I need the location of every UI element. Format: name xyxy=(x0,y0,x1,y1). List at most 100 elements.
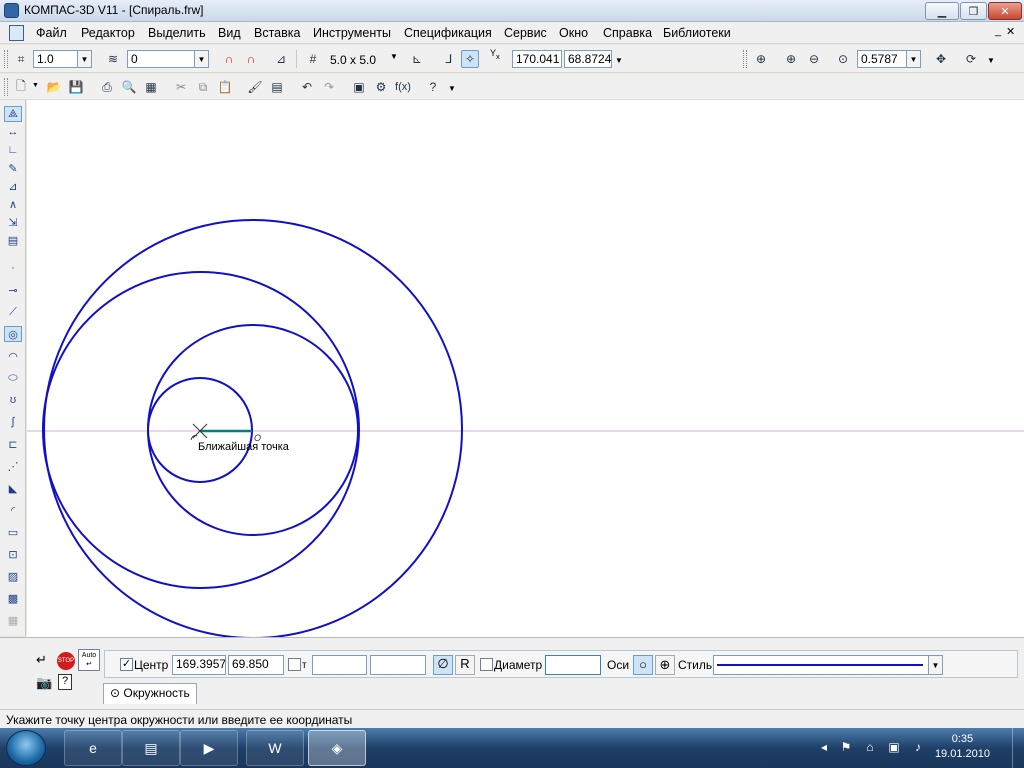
cursor-x-field[interactable]: 170.041 xyxy=(512,50,562,68)
zoom-out-icon[interactable]: ⊖ xyxy=(805,50,823,68)
menu-specification[interactable]: Спецификация xyxy=(404,26,492,40)
maximize-button[interactable]: ❐ xyxy=(960,2,987,20)
designations-panel-icon[interactable]: ∟ xyxy=(4,142,22,158)
measure-panel-icon[interactable]: ∧ xyxy=(4,196,22,212)
undo-icon[interactable]: ↶ xyxy=(298,78,316,96)
doc-minimize-button[interactable]: _ xyxy=(995,25,1001,37)
layer-dropdown[interactable]: ▼ xyxy=(195,50,209,68)
circle-tool-icon[interactable]: ◎ xyxy=(4,326,22,342)
drawing-canvas[interactable]: O Ближайшая точка xyxy=(27,100,1024,637)
tray-volume-icon[interactable]: ♪ xyxy=(910,740,926,756)
start-button[interactable] xyxy=(6,730,46,766)
word-taskbar-icon[interactable]: W xyxy=(246,730,304,766)
toolbar-overflow[interactable]: ▼ xyxy=(615,56,623,65)
diameter-checkbox[interactable] xyxy=(480,658,493,671)
camera-icon[interactable]: 📷 xyxy=(36,675,52,691)
diameter-field[interactable] xyxy=(545,655,601,675)
toolbar-grip[interactable] xyxy=(4,78,8,96)
new-document-icon[interactable]: 🗋 xyxy=(12,78,30,96)
zoom-window-icon[interactable]: ⊕ xyxy=(752,50,770,68)
menu-file[interactable]: Файл xyxy=(36,26,67,40)
kompas-taskbar-icon[interactable]: ◈ xyxy=(308,730,366,766)
cursor-y-field[interactable]: 68.8724 xyxy=(564,50,612,68)
help-icon[interactable]: ? xyxy=(58,674,72,690)
rectangle-icon[interactable]: ▭ xyxy=(4,524,22,540)
copy-icon[interactable]: ⧉ xyxy=(194,78,212,96)
explorer-taskbar-icon[interactable]: ▤ xyxy=(122,730,180,766)
menu-tools[interactable]: Инструменты xyxy=(313,26,391,40)
point-y-field[interactable] xyxy=(370,655,426,675)
print-preview-icon[interactable]: ▦ xyxy=(142,78,160,96)
point-checkbox[interactable] xyxy=(288,658,301,671)
round-icon[interactable]: ⅃ xyxy=(440,50,458,68)
cut-icon[interactable]: ✂ xyxy=(172,78,190,96)
menu-service[interactable]: Сервис xyxy=(504,26,547,40)
step-field[interactable]: 1.0 xyxy=(33,50,78,68)
point-icon[interactable]: · xyxy=(4,260,22,276)
stop-button[interactable]: STOP xyxy=(57,652,75,670)
show-desktop-button[interactable] xyxy=(1012,728,1024,768)
new-dropdown[interactable]: ▼ xyxy=(32,82,39,89)
zoom-fit-icon[interactable]: ⊙ xyxy=(834,50,852,68)
spec-panel-icon[interactable]: ▤ xyxy=(4,232,22,248)
manager-icon[interactable]: ▣ xyxy=(350,78,368,96)
fillet-icon[interactable]: ◜ xyxy=(4,502,22,518)
step-icon[interactable]: ⌗ xyxy=(12,50,30,68)
view-toolbar-overflow[interactable]: ▼ xyxy=(987,56,995,65)
snap-toggle-icon[interactable]: ✧ xyxy=(461,50,479,68)
local-snap-icon[interactable]: ⊿ xyxy=(272,50,290,68)
menu-libraries[interactable]: Библиотеки xyxy=(663,26,731,40)
document-icon[interactable] xyxy=(9,25,24,41)
segment-icon[interactable]: ⟋ xyxy=(4,304,22,320)
redo-icon[interactable]: ↷ xyxy=(320,78,338,96)
point-x-field[interactable] xyxy=(312,655,367,675)
style-select[interactable] xyxy=(713,655,929,675)
menu-view[interactable]: Вид xyxy=(218,26,241,40)
library-icon[interactable]: ⚙ xyxy=(372,78,390,96)
geometry-panel-icon[interactable]: ⟁ xyxy=(4,106,22,122)
grid-value[interactable]: 5.0 x 5.0 xyxy=(330,53,376,67)
bezier-icon[interactable]: ⋰ xyxy=(4,458,22,474)
aux-line-icon[interactable]: ⊸ xyxy=(4,282,22,298)
auto-create-button[interactable]: Auto ↵ xyxy=(78,649,100,671)
menu-insert[interactable]: Вставка xyxy=(254,26,300,40)
magnet-icon[interactable]: ∩ xyxy=(220,50,238,68)
layer-field[interactable]: 0 xyxy=(127,50,195,68)
standard-toolbar-overflow[interactable]: ▼ xyxy=(448,84,456,93)
edit-panel-icon[interactable]: ✎ xyxy=(4,160,22,176)
spline-icon[interactable]: ʊ xyxy=(4,392,22,408)
grid-icon[interactable]: # xyxy=(304,50,322,68)
refresh-icon[interactable]: ⟳ xyxy=(962,50,980,68)
menu-editor[interactable]: Редактор xyxy=(81,26,135,40)
select-panel-icon[interactable]: ⇲ xyxy=(4,214,22,230)
tray-flag-icon[interactable]: ⚑ xyxy=(838,740,854,756)
polyline-icon[interactable]: ⊏ xyxy=(4,436,22,452)
close-button[interactable]: ✕ xyxy=(988,2,1022,20)
hatch-icon[interactable]: ▨ xyxy=(4,568,22,584)
center-y-field[interactable]: 69.850 xyxy=(228,655,284,675)
print-icon[interactable]: ⎙ xyxy=(98,78,116,96)
doc-close-button[interactable]: ✕ xyxy=(1006,25,1015,38)
media-player-taskbar-icon[interactable]: ▶ xyxy=(180,730,238,766)
save-icon[interactable]: 💾 xyxy=(67,78,85,96)
properties-icon[interactable]: ▤ xyxy=(268,78,286,96)
tab-circle[interactable]: ⊙ Окружность xyxy=(103,683,197,704)
disabled-tool-icon[interactable]: ▦ xyxy=(4,612,22,628)
with-axes-button[interactable]: ⊕ xyxy=(655,655,675,675)
help-pointer-icon[interactable]: ? xyxy=(424,78,442,96)
magnet-snap-icon[interactable]: ∩ xyxy=(242,50,260,68)
zoom-in-icon[interactable]: ⊕ xyxy=(782,50,800,68)
variables-icon[interactable]: f(x) xyxy=(394,78,412,96)
style-dropdown[interactable]: ▼ xyxy=(929,655,943,675)
nurbs-icon[interactable]: ∫ xyxy=(4,414,22,430)
pan-icon[interactable]: ✥ xyxy=(932,50,950,68)
layer-icon[interactable]: ≋ xyxy=(104,50,122,68)
ie-taskbar-icon[interactable]: e xyxy=(64,730,122,766)
fill-icon[interactable]: ▩ xyxy=(4,590,22,606)
tray-expand-icon[interactable]: ◂ xyxy=(816,740,832,756)
zoom-dropdown[interactable]: ▼ xyxy=(907,50,921,68)
grid-dropdown[interactable]: ▼ xyxy=(390,52,398,61)
menu-window[interactable]: Окно xyxy=(559,26,588,40)
toolbar-grip-view[interactable] xyxy=(743,50,747,68)
menu-select[interactable]: Выделить xyxy=(148,26,206,40)
